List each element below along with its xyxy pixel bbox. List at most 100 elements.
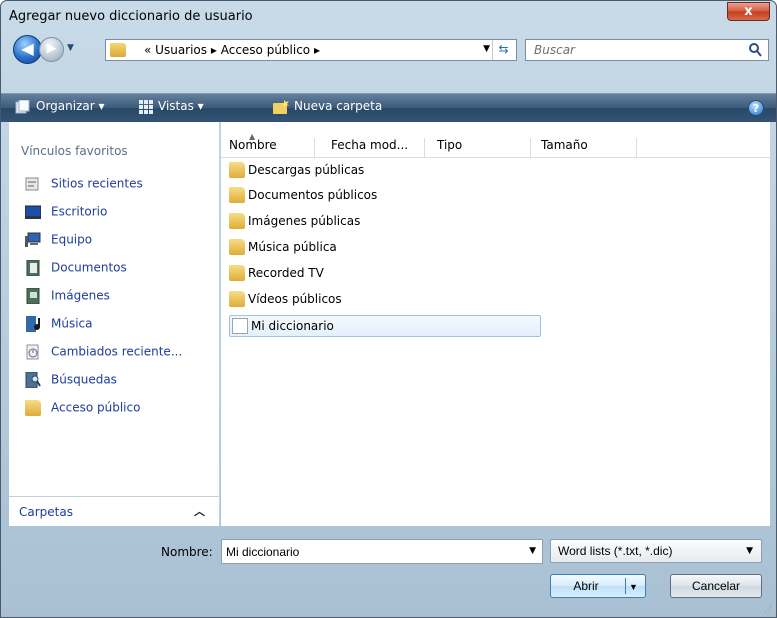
column-header-tipo[interactable]: Tipo xyxy=(431,138,531,158)
views-label: Vistas xyxy=(158,99,194,113)
breadcrumb-acceso-publico[interactable]: Acceso público xyxy=(221,43,310,57)
open-button[interactable]: Abrir ▼ xyxy=(550,574,646,598)
list-item[interactable]: Descargas públicas xyxy=(229,162,541,184)
forward-arrow-icon: ▶ xyxy=(46,41,57,56)
pictures-icon xyxy=(25,287,41,305)
sidebar-item-imagenes[interactable]: Imágenes xyxy=(25,287,110,308)
column-headers: ▲ Nombre Fecha mod... Tipo Tamaño xyxy=(221,132,770,158)
address-row: ◀ ▶ ▼ « Usuarios ▸ Acceso público ▸ ▼ ⇆ … xyxy=(1,31,776,69)
help-icon[interactable]: ? xyxy=(748,100,764,116)
chevron-down-icon: ▾ xyxy=(197,99,204,113)
title-bar[interactable]: Agregar nuevo diccionario de usuario x xyxy=(1,1,776,31)
videos-folder-icon xyxy=(229,291,245,307)
window-title: Agregar nuevo diccionario de usuario xyxy=(9,9,253,24)
breadcrumb-separator[interactable]: ▸ xyxy=(211,43,217,57)
list-item-selected[interactable]: Mi diccionario xyxy=(229,315,541,337)
sidebar-item-acceso-publico[interactable]: Acceso público xyxy=(25,400,140,420)
music-icon xyxy=(25,316,41,332)
close-button[interactable]: x xyxy=(727,2,770,21)
folders-toggle[interactable]: Carpetas ︿ xyxy=(9,496,219,526)
folder-icon xyxy=(229,265,245,281)
file-name: Recorded TV xyxy=(248,266,324,280)
search-icon[interactable] xyxy=(748,42,762,58)
desktop-icon xyxy=(24,204,42,220)
file-dialog-window: Agregar nuevo diccionario de usuario x ◀… xyxy=(0,0,777,618)
sidebar-item-label: Búsquedas xyxy=(51,372,117,387)
sidebar-item-cambiados-recientemente[interactable]: Cambiados reciente... xyxy=(25,344,182,364)
forward-button[interactable]: ▶ xyxy=(39,37,64,62)
list-item[interactable]: Vídeos públicos xyxy=(229,291,541,313)
address-dropdown-icon[interactable]: ▼ xyxy=(483,44,490,54)
chevron-up-icon: ︿ xyxy=(194,505,205,518)
organize-menu[interactable]: Organizar ▾ xyxy=(15,99,105,114)
file-name: Imágenes públicas xyxy=(248,214,361,228)
column-label: Tipo xyxy=(437,138,463,152)
column-header-fecha[interactable]: Fecha mod... xyxy=(321,138,425,158)
open-options-icon[interactable]: ▼ xyxy=(629,576,638,598)
split-divider xyxy=(625,578,626,594)
navigation-pane: Vínculos favoritos Sitios recientes Escr… xyxy=(9,122,220,526)
folder-icon xyxy=(229,162,245,178)
command-toolbar: Organizar ▾ Vistas ▾ Nueva carpeta ? xyxy=(1,93,776,122)
column-header-nombre[interactable]: ▲ Nombre xyxy=(229,132,315,158)
breadcrumb-overflow[interactable]: « xyxy=(144,43,151,57)
sidebar-item-label: Escritorio xyxy=(51,204,108,219)
cancel-button[interactable]: Cancelar xyxy=(670,574,762,598)
folder-icon xyxy=(110,43,126,57)
file-type-select[interactable]: Word lists (*.txt, *.dic) ▼ xyxy=(550,539,762,563)
sidebar-item-escritorio[interactable]: Escritorio xyxy=(24,204,108,224)
recent-sites-icon xyxy=(25,176,41,192)
list-item[interactable]: Música pública xyxy=(229,239,541,261)
documents-icon xyxy=(25,259,41,277)
history-dropdown-icon[interactable]: ▼ xyxy=(67,43,74,53)
sidebar-item-equipo[interactable]: Equipo xyxy=(25,232,92,252)
sidebar-item-label: Equipo xyxy=(51,232,93,247)
sidebar-item-label: Sitios recientes xyxy=(51,176,143,191)
sidebar-item-label: Imágenes xyxy=(51,288,110,303)
back-arrow-icon: ◀ xyxy=(21,39,34,58)
organize-label: Organizar xyxy=(36,99,95,113)
chevron-down-icon[interactable]: ▼ xyxy=(529,546,536,556)
sidebar-item-documentos[interactable]: Documentos xyxy=(25,259,127,280)
new-folder-button[interactable]: Nueva carpeta xyxy=(273,99,382,114)
recently-changed-icon xyxy=(25,344,41,360)
sidebar-item-label: Documentos xyxy=(51,260,127,275)
organize-icon xyxy=(15,99,30,113)
sidebar-item-label: Música xyxy=(51,316,93,331)
column-label: Tamaño xyxy=(541,138,588,152)
sort-ascending-icon: ▲ xyxy=(249,132,256,141)
resize-grip-icon[interactable]: ⋰ xyxy=(764,605,774,615)
file-name-value: Mi diccionario xyxy=(226,545,300,559)
column-label: Fecha mod... xyxy=(331,138,409,152)
sidebar-item-busquedas[interactable]: Búsquedas xyxy=(25,371,117,392)
sidebar-item-musica[interactable]: Música xyxy=(25,316,93,336)
file-name: Descargas públicas xyxy=(248,163,365,177)
list-item[interactable]: Imágenes públicas xyxy=(229,213,541,235)
list-item[interactable]: Documentos públicos xyxy=(229,187,541,209)
new-folder-icon xyxy=(273,99,289,114)
file-name-input[interactable]: Mi diccionario ▼ xyxy=(221,539,543,564)
file-name: Mi diccionario xyxy=(251,319,334,333)
list-item[interactable]: Recorded TV xyxy=(229,265,541,287)
pictures-folder-icon xyxy=(229,213,245,229)
sidebar-item-label: Acceso público xyxy=(51,400,141,415)
music-folder-icon xyxy=(229,239,245,255)
refresh-icon[interactable]: ⇆ xyxy=(492,40,514,60)
breadcrumb-usuarios[interactable]: Usuarios xyxy=(155,43,207,57)
file-name: Vídeos públicos xyxy=(248,292,342,306)
search-input[interactable]: Buscar xyxy=(525,39,769,61)
sidebar-item-label: Cambiados reciente... xyxy=(51,344,183,359)
breadcrumb-separator[interactable]: ▸ xyxy=(314,43,320,57)
search-placeholder: Buscar xyxy=(534,43,575,57)
column-header-tamano[interactable]: Tamaño xyxy=(537,138,637,158)
chevron-down-icon: ▼ xyxy=(746,546,753,556)
sidebar-item-sitios-recientes[interactable]: Sitios recientes xyxy=(25,176,143,196)
views-icon xyxy=(139,99,153,114)
folder-icon xyxy=(25,400,41,416)
searches-icon xyxy=(25,371,41,389)
open-label: Abrir xyxy=(573,579,599,593)
address-bar[interactable]: « Usuarios ▸ Acceso público ▸ ▼ ⇆ xyxy=(105,39,517,61)
back-button[interactable]: ◀ xyxy=(13,35,42,64)
document-icon xyxy=(232,318,248,334)
views-menu[interactable]: Vistas ▾ xyxy=(139,99,204,114)
